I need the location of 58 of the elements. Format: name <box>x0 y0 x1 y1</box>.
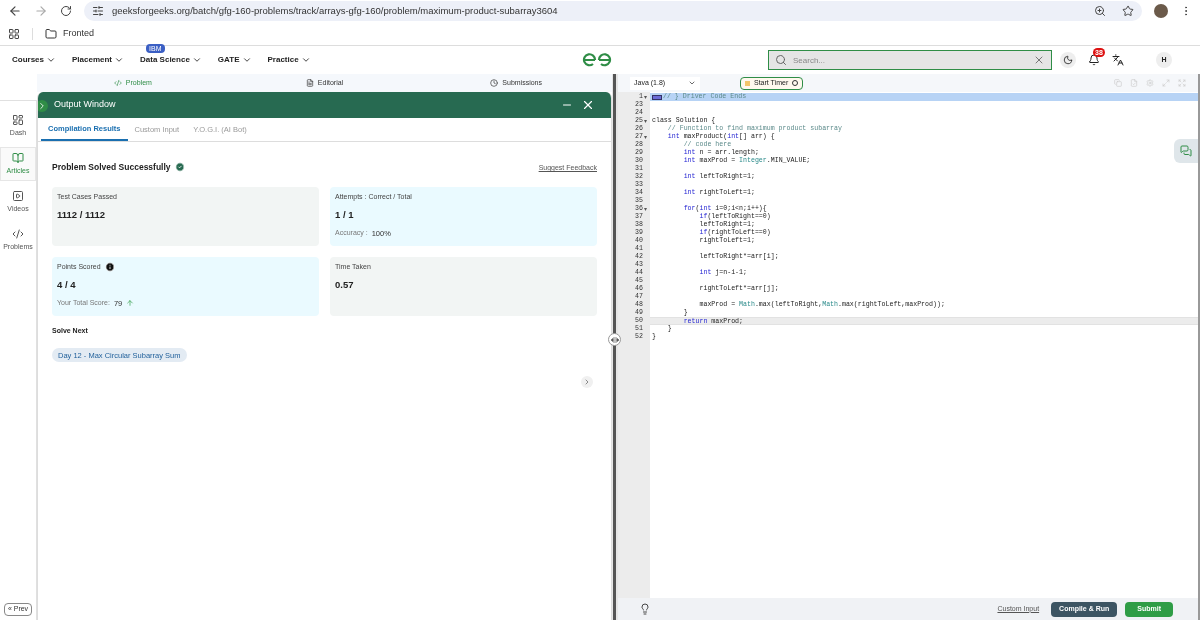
folded-code-marker[interactable] <box>652 94 662 100</box>
search-input[interactable]: Search... <box>793 52 1027 68</box>
bookmark-folder[interactable]: Fronted <box>63 26 95 41</box>
clear-icon[interactable] <box>1033 54 1045 66</box>
lightbulb-icon[interactable] <box>639 603 651 615</box>
nav-menu-item[interactable]: GATE <box>217 54 252 66</box>
nav-menu-item[interactable]: Placement <box>72 54 125 66</box>
fold-arrow-icon[interactable] <box>644 135 647 139</box>
document-icon <box>305 79 314 87</box>
nav-menu-item[interactable]: Courses <box>12 54 56 66</box>
site-settings-icon[interactable] <box>92 5 104 17</box>
fold-arrow-icon[interactable] <box>644 95 647 99</box>
back-icon[interactable] <box>8 4 22 18</box>
stat-value: 1112 / 1112 <box>57 208 107 223</box>
chevron-down-icon <box>300 55 311 65</box>
expand-button[interactable] <box>38 100 48 112</box>
stat-value: 4 / 4 <box>57 278 77 293</box>
site-logo[interactable] <box>582 53 612 67</box>
book-icon <box>12 151 24 164</box>
clock-icon <box>490 79 499 87</box>
apps-icon[interactable] <box>8 27 20 40</box>
folder-icon[interactable] <box>45 27 57 40</box>
translate-icon[interactable] <box>1112 54 1124 66</box>
code-icon <box>113 79 122 87</box>
chevron-down-icon <box>241 55 252 65</box>
nav-menu-item[interactable]: Data Science <box>140 54 202 66</box>
code-icon <box>12 227 24 240</box>
status-heading: Problem Solved Successfully <box>52 161 171 174</box>
bookmark-star-icon[interactable] <box>1122 5 1134 17</box>
dashboard-icon <box>12 113 24 126</box>
theme-toggle[interactable] <box>1060 52 1076 68</box>
chevron-right-icon <box>583 378 591 387</box>
moon-icon <box>1063 55 1073 65</box>
success-icon <box>174 162 185 173</box>
zoom-icon[interactable] <box>1094 5 1106 17</box>
stat-value: 0.57 <box>335 278 355 293</box>
search-field[interactable]: Search... <box>768 50 1052 70</box>
nav-menu-item[interactable]: Practice <box>267 54 311 66</box>
window-title: Output Window <box>54 98 116 112</box>
url-text: geeksforgeeks.org/batch/gfg-160-problems/track/arrays-gfg-160/problem/maximum-product-subarray3604 <box>112 3 558 18</box>
chevron-down-icon <box>114 55 125 65</box>
reload-icon[interactable] <box>60 5 72 17</box>
fold-arrow-icon[interactable] <box>644 207 647 211</box>
chevron-down-icon <box>46 55 56 65</box>
next-arrow-button[interactable] <box>581 376 593 389</box>
profile-avatar[interactable] <box>1154 4 1168 18</box>
chat-icon <box>1180 145 1192 157</box>
info-icon[interactable] <box>104 262 115 272</box>
chevron-down-icon <box>191 55 202 65</box>
stat-value: 1 / 1 <box>335 208 355 223</box>
notification-icon[interactable] <box>1088 54 1100 66</box>
address-bar[interactable]: geeksforgeeks.org/batch/gfg-160-problems/track/arrays-gfg-160/problem/maximum-product-subarray3604 <box>84 1 1142 21</box>
search-icon <box>775 54 787 66</box>
chevron-right-icon <box>38 101 47 111</box>
close-icon[interactable] <box>581 98 595 112</box>
fold-arrow-icon[interactable] <box>644 119 647 123</box>
chevron-down-icon <box>688 79 696 87</box>
video-icon <box>12 189 24 202</box>
